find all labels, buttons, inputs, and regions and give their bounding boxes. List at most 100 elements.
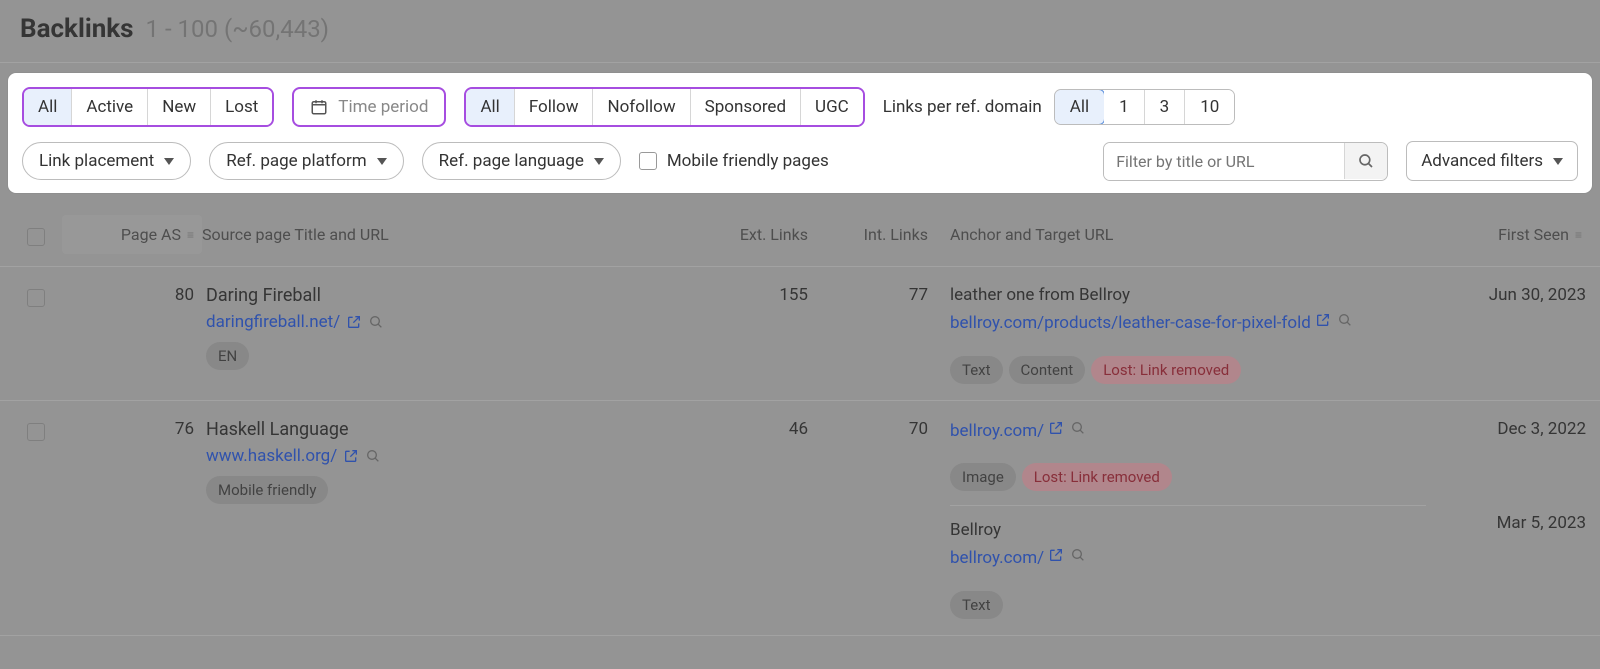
- seg-option[interactable]: Follow: [515, 89, 594, 125]
- target-url-link[interactable]: bellroy.com/: [950, 421, 1086, 441]
- col-first-seen[interactable]: First Seen≡: [1430, 225, 1590, 244]
- links-per-label: Links per ref. domain: [883, 97, 1042, 117]
- anchor-text: leather one from Bellroy: [950, 285, 1426, 305]
- external-link-icon: [1048, 420, 1064, 436]
- seg-option[interactable]: All: [1054, 89, 1105, 125]
- select-all-checkbox[interactable]: [27, 228, 45, 246]
- advanced-filters-button[interactable]: Advanced filters: [1406, 141, 1578, 181]
- seg-option[interactable]: 3: [1145, 90, 1186, 124]
- external-link-icon: [1048, 547, 1064, 563]
- advanced-filters-label: Advanced filters: [1421, 151, 1543, 171]
- seg-option[interactable]: Lost: [211, 89, 272, 125]
- first-seen-value: Mar 5, 2023: [1434, 513, 1586, 593]
- table-header: Page AS≡ Source page Title and URL Ext. …: [0, 203, 1600, 267]
- search-icon: [1337, 312, 1353, 328]
- filter-search: [1103, 142, 1388, 181]
- rel-segmented: AllFollowNofollowSponsoredUGC: [464, 87, 864, 127]
- time-period-label: Time period: [338, 97, 428, 117]
- col-page-as[interactable]: Page AS≡: [62, 215, 202, 254]
- anchor-text: Bellroy: [950, 520, 1426, 540]
- source-badge: EN: [206, 342, 249, 370]
- table-row: 80Daring Fireball daringfireball.net/EN 15…: [0, 267, 1600, 401]
- external-link-icon: [343, 448, 359, 464]
- links-per-segmented: All1310: [1054, 89, 1236, 125]
- page-header: Backlinks 1 - 100 (~60,443): [0, 0, 1600, 63]
- seg-option[interactable]: Active: [72, 89, 148, 125]
- mobile-friendly-label: Mobile friendly pages: [667, 151, 829, 171]
- source-url-link[interactable]: daringfireball.net/: [206, 312, 692, 332]
- source-cell: Haskell Language www.haskell.org/Mobile f…: [202, 419, 696, 619]
- source-title: Daring Fireball: [206, 285, 692, 306]
- seg-option[interactable]: 10: [1185, 90, 1234, 124]
- page-as-value: 76: [62, 419, 202, 619]
- seg-option[interactable]: Sponsored: [691, 89, 801, 125]
- sort-icon: ≡: [1575, 228, 1582, 242]
- filters-panel: AllActiveNewLost Time period AllFollowNo…: [8, 73, 1592, 193]
- anchor-badge: Image: [950, 463, 1016, 491]
- results-range: 1 - 100 (~60,443): [146, 15, 330, 43]
- source-cell: Daring Fireball daringfireball.net/EN: [202, 285, 696, 384]
- row-checkbox[interactable]: [27, 423, 45, 441]
- search-icon: [365, 448, 381, 464]
- first-seen-value: Dec 3, 2022: [1434, 419, 1586, 499]
- page-title: Backlinks: [20, 14, 134, 44]
- row-checkbox[interactable]: [27, 289, 45, 307]
- time-period-button[interactable]: Time period: [292, 87, 446, 127]
- source-title: Haskell Language: [206, 419, 692, 440]
- anchor-badge: Content: [1009, 356, 1086, 384]
- backlinks-table: Page AS≡ Source page Title and URL Ext. …: [0, 203, 1600, 636]
- search-icon: [368, 314, 384, 330]
- mobile-friendly-toggle[interactable]: Mobile friendly pages: [639, 151, 829, 171]
- ext-links-value: 46: [696, 419, 816, 619]
- col-source[interactable]: Source page Title and URL: [202, 225, 696, 244]
- seg-option[interactable]: UGC: [801, 89, 863, 125]
- int-links-value: 70: [816, 419, 936, 619]
- target-url-link[interactable]: bellroy.com/: [950, 548, 1086, 568]
- anchor-badge: Lost: Link removed: [1022, 463, 1172, 491]
- ext-links-value: 155: [696, 285, 816, 384]
- search-icon: [1357, 152, 1375, 170]
- ref-language-dropdown[interactable]: Ref. page language: [422, 142, 621, 180]
- seg-option[interactable]: All: [24, 89, 72, 125]
- anchor-badge: Lost: Link removed: [1091, 356, 1241, 384]
- anchor-cell: bellroy.com/ImageLost: Link removed Bellr…: [936, 419, 1430, 619]
- status-segmented: AllActiveNewLost: [22, 87, 274, 127]
- anchor-badge: Text: [950, 591, 1003, 619]
- link-placement-label: Link placement: [39, 151, 154, 171]
- checkbox-icon[interactable]: [639, 152, 657, 170]
- ref-platform-label: Ref. page platform: [226, 151, 366, 171]
- chevron-down-icon: [1553, 158, 1563, 165]
- col-int-links[interactable]: Int. Links: [816, 225, 936, 244]
- col-anchor[interactable]: Anchor and Target URL: [936, 225, 1430, 244]
- chevron-down-icon: [164, 158, 174, 165]
- first-seen-cell: Dec 3, 2022 Mar 5, 2023: [1430, 419, 1590, 619]
- anchor-cell: leather one from Bellroy bellroy.com/prod…: [936, 285, 1430, 384]
- link-placement-dropdown[interactable]: Link placement: [22, 142, 191, 180]
- search-icon: [1070, 420, 1086, 436]
- external-link-icon: [346, 314, 362, 330]
- seg-option[interactable]: Nofollow: [593, 89, 690, 125]
- int-links-value: 77: [816, 285, 936, 384]
- first-seen-value: Jun 30, 2023: [1434, 285, 1586, 365]
- ref-language-label: Ref. page language: [439, 151, 584, 171]
- seg-option[interactable]: 1: [1104, 90, 1145, 124]
- chevron-down-icon: [377, 158, 387, 165]
- anchor-badge: Text: [950, 356, 1003, 384]
- first-seen-cell: Jun 30, 2023: [1430, 285, 1590, 384]
- table-row: 76Haskell Language www.haskell.org/Mobile…: [0, 401, 1600, 636]
- external-link-icon: [1315, 312, 1331, 328]
- calendar-icon: [310, 98, 328, 116]
- page-as-value: 80: [62, 285, 202, 384]
- target-url-link[interactable]: bellroy.com/products/leather-case-for-pi…: [950, 313, 1353, 333]
- seg-option[interactable]: All: [466, 89, 514, 125]
- source-badge: Mobile friendly: [206, 476, 328, 504]
- ref-platform-dropdown[interactable]: Ref. page platform: [209, 142, 403, 180]
- sort-icon: ≡: [187, 228, 194, 242]
- source-url-link[interactable]: www.haskell.org/: [206, 446, 692, 466]
- filter-search-input[interactable]: [1104, 143, 1344, 180]
- chevron-down-icon: [594, 158, 604, 165]
- col-ext-links[interactable]: Ext. Links: [696, 225, 816, 244]
- seg-option[interactable]: New: [148, 89, 211, 125]
- search-button[interactable]: [1344, 143, 1387, 179]
- search-icon: [1070, 547, 1086, 563]
